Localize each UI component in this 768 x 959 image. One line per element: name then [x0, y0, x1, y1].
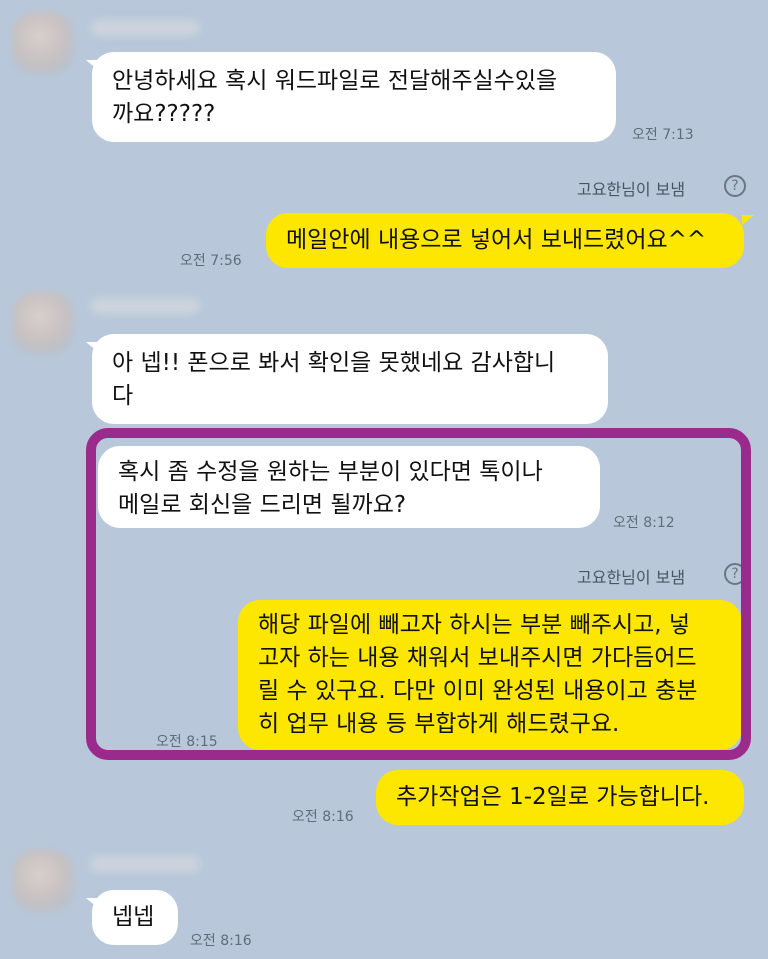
sender-name	[90, 20, 200, 36]
sent-by-label: 고요한님이 보냄	[577, 180, 686, 199]
message-bubble-sent[interactable]: 메일안에 내용으로 넣어서 보내드렸어요^^	[266, 213, 744, 268]
message-bubble-received[interactable]: 안녕하세요 혹시 워드파일로 전달해주실수있을 까요?????	[92, 52, 616, 142]
message-bubble-received[interactable]: 넵넵	[92, 890, 178, 945]
message-time: 오전 8:12	[613, 515, 675, 531]
bubble-tail	[742, 215, 754, 225]
sender-name	[90, 856, 200, 872]
message-time: 오전 8:16	[190, 933, 252, 949]
help-icon[interactable]: ?	[724, 563, 746, 585]
message-bubble-received[interactable]: 아 넵!! 폰으로 봐서 확인을 못했네요 감사합니 다	[92, 334, 608, 424]
message-time: 오전 7:56	[180, 253, 242, 269]
sender-avatar[interactable]	[12, 850, 74, 912]
sender-name	[90, 298, 200, 314]
sender-avatar[interactable]	[12, 292, 74, 354]
message-bubble-received[interactable]: 혹시 좀 수정을 원하는 부분이 있다면 톡이나 메일로 회신을 드리면 될까요…	[98, 446, 600, 528]
sent-by-label: 고요한님이 보냄	[577, 568, 686, 587]
message-bubble-sent[interactable]: 추가작업은 1-2일로 가능합니다.	[376, 770, 744, 825]
message-time: 오전 8:15	[156, 734, 218, 750]
message-time: 오전 8:16	[292, 809, 354, 825]
message-time: 오전 7:13	[632, 127, 694, 143]
message-bubble-sent[interactable]: 해당 파일에 빼고자 하시는 부분 빼주시고, 넣 고자 하는 내용 채워서 보…	[238, 600, 742, 750]
help-icon[interactable]: ?	[724, 175, 746, 197]
sender-avatar[interactable]	[12, 12, 74, 74]
